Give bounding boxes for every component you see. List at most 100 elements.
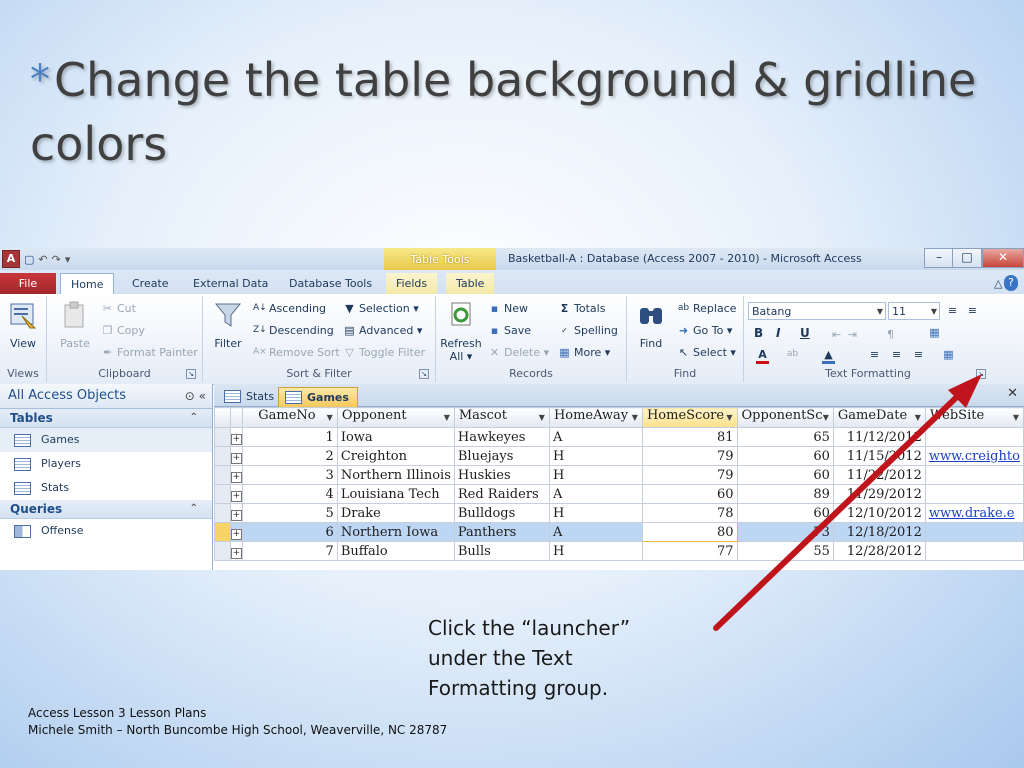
maximize-button[interactable]: □ bbox=[952, 248, 982, 268]
record-selector[interactable] bbox=[214, 484, 231, 504]
bullets-button[interactable]: ≡ bbox=[946, 304, 959, 317]
record-selector[interactable] bbox=[214, 465, 231, 485]
tab-database-tools[interactable]: Database Tools bbox=[279, 273, 382, 294]
table-cell[interactable]: 55 bbox=[736, 541, 834, 561]
table-cell[interactable]: 60 bbox=[736, 465, 834, 485]
expand-plus-icon[interactable]: + bbox=[231, 452, 242, 464]
spelling-button[interactable]: ✓ Spelling bbox=[558, 324, 618, 337]
table-cell[interactable] bbox=[924, 465, 1024, 485]
table-cell[interactable]: H bbox=[548, 465, 643, 485]
delete-record-button[interactable]: ✕ Delete ▾ bbox=[488, 346, 549, 359]
chevron-down-icon[interactable]: ▼ bbox=[726, 409, 732, 427]
expand-plus-icon[interactable]: + bbox=[231, 490, 242, 502]
chevron-down-icon[interactable]: ▼ bbox=[327, 409, 333, 427]
table-cell[interactable]: Panthers bbox=[453, 522, 550, 542]
format-painter-button[interactable]: ✒ Format Painter bbox=[101, 346, 198, 359]
table-cell[interactable]: Northern Illinois bbox=[336, 465, 455, 485]
highlight-button[interactable]: ab bbox=[786, 348, 799, 361]
text-formatting-launcher-icon[interactable]: ↘ bbox=[976, 369, 986, 379]
copy-button[interactable]: ❐ Copy bbox=[101, 324, 145, 337]
table-cell[interactable]: 5 bbox=[242, 503, 338, 523]
paste-button[interactable]: Paste bbox=[53, 300, 97, 350]
sort-filter-launcher-icon[interactable]: ↘ bbox=[419, 369, 429, 379]
more-button[interactable]: ▦ More ▾ bbox=[558, 346, 610, 359]
table-cell[interactable]: Huskies bbox=[453, 465, 550, 485]
column-header-gamedate[interactable]: GameDate ▼ bbox=[832, 407, 926, 428]
column-header-gameno[interactable]: GameNo ▼ bbox=[242, 407, 338, 428]
nav-section-queries[interactable]: Queries ⌃ bbox=[0, 500, 212, 519]
table-cell[interactable]: Bluejays bbox=[453, 446, 550, 466]
gridlines-button[interactable]: ▦ bbox=[928, 326, 941, 339]
table-cell[interactable]: 11/15/2012 bbox=[832, 446, 926, 466]
toggle-filter-button[interactable]: ▽ Toggle Filter bbox=[343, 346, 425, 359]
column-header-opponent[interactable]: Opponent ▼ bbox=[336, 407, 455, 428]
view-button[interactable]: View bbox=[1, 300, 45, 350]
nav-item-players[interactable]: Players bbox=[0, 452, 212, 476]
table-cell[interactable]: 6 bbox=[242, 522, 338, 542]
select-button[interactable]: ↖ Select ▾ bbox=[677, 346, 736, 359]
find-button[interactable]: Find bbox=[629, 300, 673, 350]
table-cell[interactable]: www.drake.e bbox=[924, 503, 1024, 523]
bold-button[interactable]: B bbox=[754, 326, 763, 340]
table-cell[interactable]: 78 bbox=[641, 503, 738, 523]
table-cell[interactable]: 11/12/2012 bbox=[832, 427, 926, 447]
table-row[interactable]: +6 Northern Iowa Panthers A 80 73 12/18/2012 bbox=[214, 522, 1024, 542]
expand-plus-icon[interactable]: + bbox=[231, 433, 242, 445]
table-cell[interactable]: H bbox=[548, 541, 643, 561]
access-app-icon[interactable]: A bbox=[2, 250, 20, 268]
filter-button[interactable]: Filter bbox=[206, 300, 250, 350]
table-row[interactable]: +1 Iowa Hawkeyes A 81 65 11/12/2012 bbox=[214, 427, 1024, 447]
table-cell[interactable]: 89 bbox=[736, 484, 834, 504]
align-left-button[interactable]: ≡ bbox=[868, 348, 881, 361]
table-row[interactable]: +7 Buffalo Bulls H 77 55 12/28/2012 bbox=[214, 541, 1024, 561]
advanced-button[interactable]: ▤ Advanced ▾ bbox=[343, 324, 422, 337]
tab-table[interactable]: Table bbox=[446, 273, 495, 294]
tab-file[interactable]: File bbox=[0, 273, 56, 294]
close-tab-icon[interactable]: ✕ bbox=[1007, 386, 1018, 401]
table-cell[interactable]: 60 bbox=[736, 446, 834, 466]
table-cell[interactable]: 81 bbox=[641, 427, 738, 447]
record-selector[interactable] bbox=[214, 503, 231, 523]
table-cell[interactable]: 11/22/2012 bbox=[832, 465, 926, 485]
cut-button[interactable]: ✂ Cut bbox=[101, 302, 136, 315]
chevron-down-icon[interactable]: ▼ bbox=[632, 409, 638, 427]
table-cell[interactable]: Northern Iowa bbox=[336, 522, 455, 542]
record-selector[interactable] bbox=[214, 541, 231, 561]
save-icon[interactable]: ▢ bbox=[24, 253, 34, 266]
descending-button[interactable]: Z↓ Descending bbox=[253, 324, 334, 337]
table-cell[interactable]: 73 bbox=[736, 522, 834, 542]
table-cell[interactable] bbox=[924, 522, 1024, 542]
column-header-mascot[interactable]: Mascot ▼ bbox=[453, 407, 550, 428]
nav-pane-controls[interactable]: ⊙ « bbox=[185, 384, 206, 408]
align-right-button[interactable]: ≡ bbox=[912, 348, 925, 361]
minimize-button[interactable]: – bbox=[924, 248, 954, 268]
ascending-button[interactable]: A↓ Ascending bbox=[253, 302, 326, 315]
record-selector[interactable] bbox=[214, 427, 231, 447]
chevron-down-icon[interactable]: ▼ bbox=[823, 409, 829, 427]
font-color-button[interactable]: A bbox=[756, 348, 769, 364]
chevron-down-icon[interactable]: ▼ bbox=[539, 409, 545, 427]
align-center-button[interactable]: ≡ bbox=[890, 348, 903, 361]
save-record-button[interactable]: ▪ Save bbox=[488, 324, 531, 337]
tab-create[interactable]: Create bbox=[122, 273, 179, 294]
select-all-corner[interactable] bbox=[214, 407, 231, 428]
table-cell[interactable]: Louisiana Tech bbox=[336, 484, 455, 504]
column-header-opponentscore[interactable]: OpponentSc ▼ bbox=[736, 407, 834, 428]
doc-tab-games[interactable]: Games bbox=[278, 387, 358, 407]
table-cell[interactable]: 80 bbox=[641, 522, 738, 542]
nav-section-tables[interactable]: Tables ⌃ bbox=[0, 409, 212, 428]
expand-plus-icon[interactable]: + bbox=[231, 471, 242, 483]
column-header-website[interactable]: WebSite ▼ bbox=[924, 407, 1024, 428]
table-cell[interactable]: 11/29/2012 bbox=[832, 484, 926, 504]
font-size-select[interactable]: 11 ▼ bbox=[888, 302, 940, 320]
chevron-down-icon[interactable]: ▼ bbox=[915, 409, 921, 427]
table-cell[interactable]: 60 bbox=[736, 503, 834, 523]
table-cell[interactable]: Red Raiders bbox=[453, 484, 550, 504]
table-cell[interactable]: H bbox=[548, 446, 643, 466]
tab-external-data[interactable]: External Data bbox=[183, 273, 278, 294]
background-color-button[interactable]: ▲ bbox=[822, 348, 835, 364]
table-cell[interactable]: Bulldogs bbox=[453, 503, 550, 523]
underline-button[interactable]: U bbox=[800, 326, 810, 340]
redo-icon[interactable]: ↷ bbox=[52, 253, 61, 266]
table-row[interactable]: +2 Creighton Bluejays H 79 60 11/15/2012 www.cr… bbox=[214, 446, 1024, 466]
